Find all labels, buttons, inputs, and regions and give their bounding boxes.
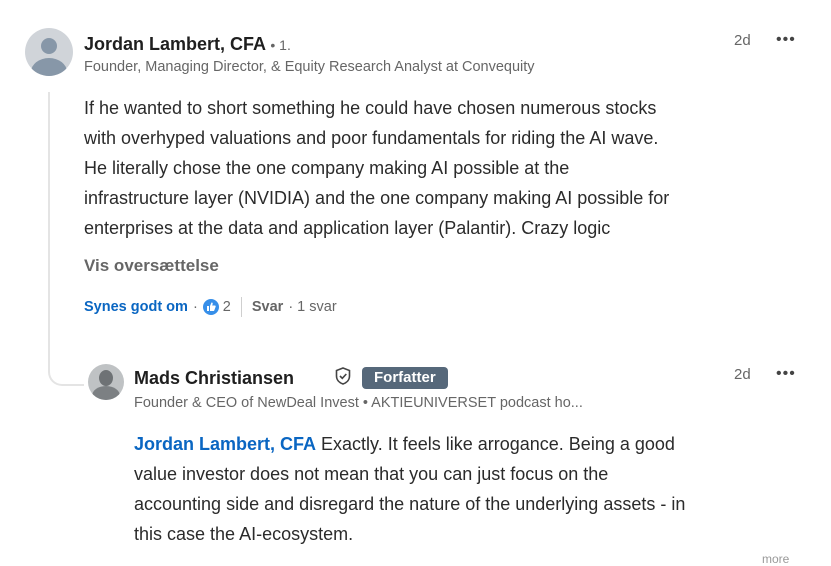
show-translation-link[interactable]: Vis oversættelse: [84, 256, 219, 276]
reaction-count[interactable]: 2: [223, 299, 231, 315]
comment-timestamp: 2d: [734, 32, 751, 49]
comment-text-line: with overhyped valuations and poor funda…: [84, 128, 659, 148]
reply-avatar-head: [99, 370, 113, 386]
thread-connector: [48, 362, 84, 386]
comment-text-line: He literally chose the one company makin…: [84, 158, 570, 178]
like-button[interactable]: Synes godt om: [84, 299, 188, 315]
reply-button[interactable]: Svar: [252, 299, 283, 315]
reply-text-line: accounting side and disregard the nature…: [134, 494, 686, 514]
reply-text: Jordan Lambert, CFA Exactly. It feels li…: [134, 429, 685, 549]
comment-author[interactable]: Jordan Lambert, CFA • 1.: [84, 34, 291, 55]
reply-text-line: value investor does not mean that you ca…: [134, 464, 609, 484]
connection-degree: • 1.: [270, 37, 291, 53]
reply-count[interactable]: · 1 svar: [288, 299, 336, 315]
avatar-body: [31, 58, 67, 76]
reply-text-line: Jordan Lambert, CFA Exactly. It feels li…: [134, 429, 685, 459]
more-options-icon[interactable]: •••: [776, 31, 796, 49]
thumbs-up-icon[interactable]: [202, 299, 219, 315]
reply-text-segment: Exactly. It feels like arrogance. Being …: [316, 434, 675, 454]
comment-author-name[interactable]: Jordan Lambert, CFA: [84, 34, 265, 54]
comment-text-line: infrastructure layer (NVIDIA) and the on…: [84, 188, 670, 208]
verified-shield-icon: [335, 367, 351, 385]
mention-link[interactable]: Jordan Lambert, CFA: [134, 434, 316, 454]
separator-dot: ·: [192, 299, 198, 315]
comment-text-line: If he wanted to short something he could…: [84, 98, 657, 118]
see-more-link[interactable]: more: [762, 552, 789, 566]
avatar[interactable]: [25, 28, 73, 76]
reply-more-options-icon[interactable]: •••: [776, 365, 796, 383]
comment-text: If he wanted to short something he could…: [84, 93, 669, 243]
reply-author-headline: Founder & CEO of NewDeal Invest • AKTIEU…: [134, 395, 583, 411]
reply-author-name[interactable]: Mads Christiansen: [134, 368, 294, 389]
reply-text-line: this case the AI-ecosystem.: [134, 524, 354, 544]
thread-line: [48, 92, 50, 372]
comment-actions: Synes godt om · 2 Svar · 1 svar: [84, 296, 337, 318]
divider: [240, 297, 242, 317]
reply-avatar[interactable]: [88, 364, 124, 400]
reply-timestamp: 2d: [734, 366, 751, 383]
comment-text-line: enterprises at the data and application …: [84, 218, 611, 238]
comment-author-headline: Founder, Managing Director, & Equity Res…: [84, 59, 535, 75]
reply-avatar-body: [92, 386, 120, 400]
avatar-head: [41, 38, 57, 54]
author-badge: Forfatter: [362, 367, 448, 389]
